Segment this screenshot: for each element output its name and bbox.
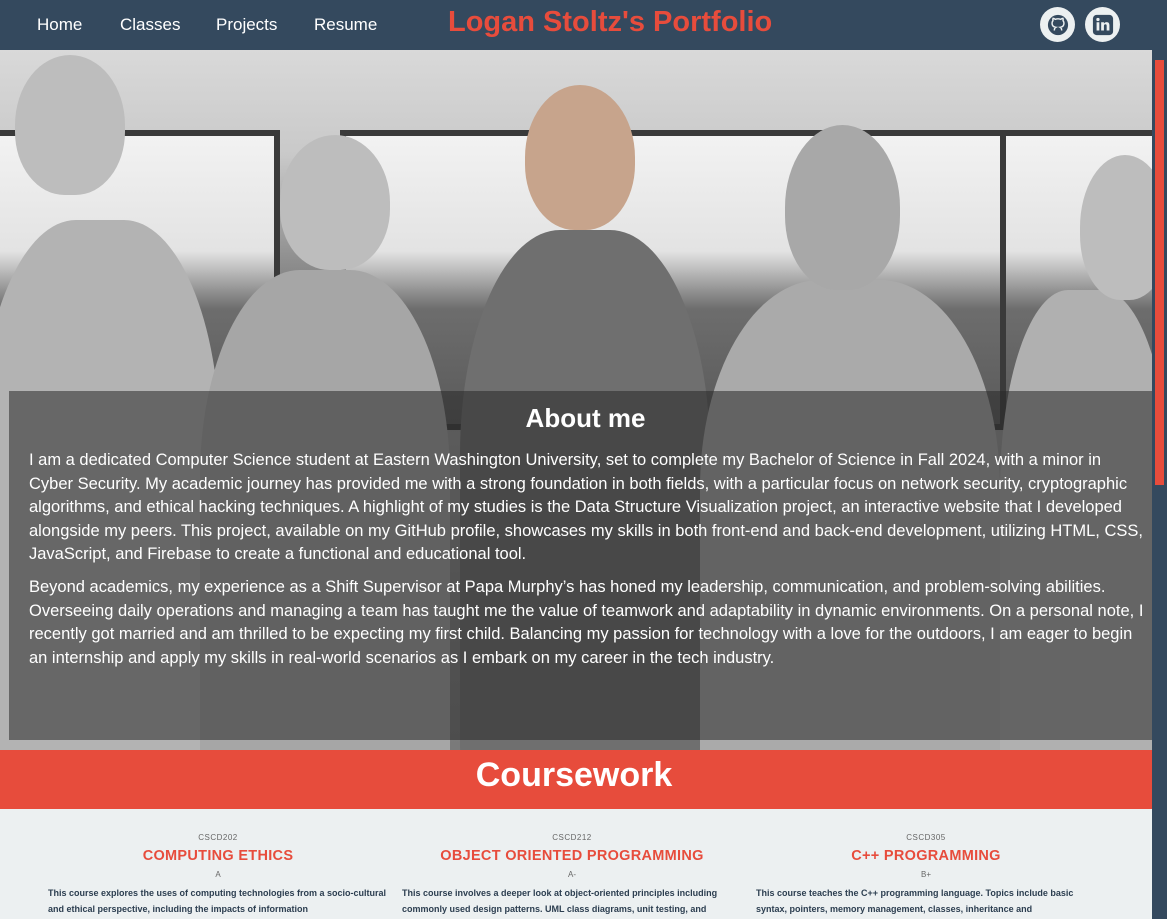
course-name: OBJECT ORIENTED PROGRAMMING — [440, 848, 704, 864]
course-code: CSCD212 — [552, 833, 592, 842]
course-name: COMPUTING ETHICS — [142, 848, 294, 864]
course-code: CSCD202 — [198, 833, 238, 842]
course-description: This course teaches the C++ programming … — [756, 888, 1074, 914]
about-paragraph-2: Beyond academics, my experience as a Shi… — [29, 578, 1144, 667]
about-paragraph-1: I am a dedicated Computer Science studen… — [29, 451, 1143, 563]
person-head — [15, 55, 125, 195]
course-grade: A — [215, 870, 221, 879]
course-grade: B+ — [920, 870, 931, 879]
coursework-title: Coursework — [475, 756, 673, 794]
course-card[interactable]: CSCD212 OBJECT ORIENTED PROGRAMMING A- T… — [402, 833, 742, 917]
person-head — [280, 135, 390, 270]
about-title: About me — [525, 403, 646, 433]
nav-link-classes[interactable]: Classes — [120, 15, 180, 35]
course-card[interactable]: CSCD202 COMPUTING ETHICS A This course e… — [48, 833, 388, 917]
navbar: Home Classes Projects Resume Logan Stolt… — [0, 0, 1167, 50]
course-card[interactable]: CSCD305 C++ PROGRAMMING B+ This course t… — [756, 833, 1096, 917]
coursework-cards: CSCD202 COMPUTING ETHICS A This course e… — [0, 809, 1152, 919]
course-description: This course involves a deeper look at ob… — [402, 888, 718, 914]
github-icon — [1047, 14, 1068, 35]
nav-link-resume[interactable]: Resume — [314, 15, 377, 35]
nav-link-home[interactable]: Home — [37, 15, 82, 35]
course-name: C++ PROGRAMMING — [851, 848, 1001, 864]
person-head — [785, 125, 900, 290]
course-grade: A- — [568, 870, 576, 879]
linkedin-icon — [1092, 14, 1113, 35]
course-code: CSCD305 — [906, 833, 946, 842]
course-description: This course explores the uses of computi… — [48, 888, 387, 914]
person-head — [525, 85, 635, 230]
nav-link-projects[interactable]: Projects — [216, 15, 277, 35]
linkedin-link[interactable] — [1085, 7, 1120, 42]
site-title: Logan Stoltz's Portfolio — [448, 6, 773, 38]
github-link[interactable] — [1040, 7, 1075, 42]
